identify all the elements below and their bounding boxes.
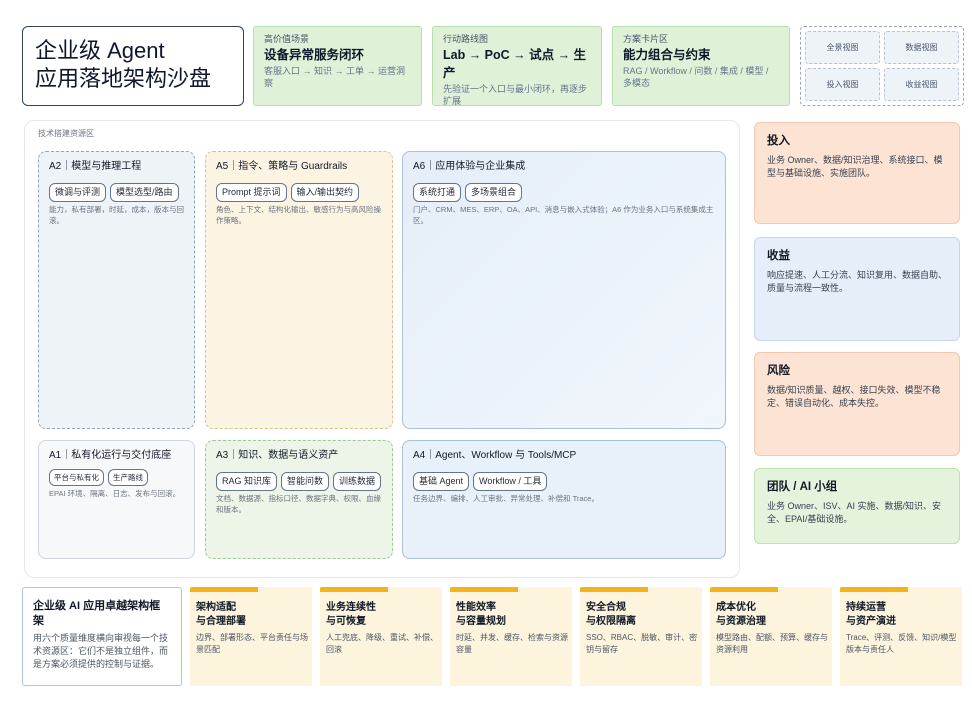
module-a4[interactable]: A4｜Agent、Workflow 与 Tools/MCP 基础 Agent W…: [402, 440, 726, 559]
header-card-sub: 客服入口 → 知识 → 工单 → 运营洞察: [264, 66, 406, 88]
framework-desc: 用六个质量维度横向审视每一个技术资源区：它们不是独立组件，而是方案必须提供的控制…: [33, 633, 169, 669]
pillar-title: 架构适配 与合理部署: [196, 602, 246, 627]
pillar-desc: 人工兜底、降级、重试、补偿、回滚: [326, 633, 438, 654]
module-tags: 平台与私有化 生产路线: [49, 469, 184, 486]
header-card-roadmap[interactable]: 行动路线图 Lab → PoC → 试点 → 生产 先验证一个入口与最小闭环，再…: [432, 26, 602, 106]
module-tags: Prompt 提示词 输入/输出契约: [216, 183, 382, 202]
pillar-security[interactable]: 安全合规 与权限隔离 SSO、RBAC、脱敏、审计、密钥与留存: [580, 587, 702, 686]
module-desc: EPAI 环境、隔离、日志、发布与回滚。: [49, 489, 181, 498]
view-button-investment[interactable]: 投入视图: [805, 68, 880, 101]
pillar-accent-bar: [320, 587, 388, 592]
header-card-sub: 先验证一个入口与最小闭环，再逐步扩展: [443, 84, 588, 106]
module-tags: RAG 知识库 智能问数 训练数据: [216, 472, 382, 491]
pillar-title: 业务连续性 与可恢复: [326, 602, 376, 627]
tag-chip[interactable]: 智能问数: [281, 472, 330, 491]
title-line-1: 企业级 Agent: [35, 38, 165, 63]
view-switcher: 全景视图 数据视图 投入视图 收益视图: [800, 26, 964, 106]
header-card-heading: 设备异常服务闭环: [264, 48, 365, 62]
side-card-investment[interactable]: 投入 业务 Owner、数据/知识治理、系统接口、模型与基础设施、实施团队。: [754, 122, 960, 224]
module-desc: 能力，私有部署，时延，成本，版本与回滚。: [49, 205, 184, 225]
side-card-desc: 响应提速、人工分流、知识复用、数据自助、质量与流程一致性。: [767, 270, 948, 293]
pillar-title: 性能效率 与容量规划: [456, 602, 506, 627]
pillar-title: 持续运营 与资产演进: [846, 602, 896, 627]
pillar-operations[interactable]: 持续运营 与资产演进 Trace、评测、反馈、知识/模型版本与责任人: [840, 587, 962, 686]
side-card-title: 团队 / AI 小组: [767, 481, 838, 493]
pillar-desc: Trace、评测、反馈、知识/模型版本与责任人: [846, 633, 957, 654]
pillar-accent-bar: [580, 587, 648, 592]
side-card-benefit[interactable]: 收益 响应提速、人工分流、知识复用、数据自助、质量与流程一致性。: [754, 237, 960, 341]
header-card-kicker: 高价值场景: [264, 34, 310, 44]
pillar-cost[interactable]: 成本优化 与资源治理 模型路由、配额、预算、缓存与资源利用: [710, 587, 832, 686]
module-desc: 文档、数据源、指标口径、数据字典、权限、血缘和版本。: [216, 494, 381, 514]
pillar-architecture[interactable]: 架构适配 与合理部署 边界、部署形态、平台责任与场景匹配: [190, 587, 312, 686]
pillar-accent-bar: [840, 587, 908, 592]
pillar-title: 成本优化 与资源治理: [716, 602, 766, 627]
header-card-heading: 能力组合与约束: [623, 48, 711, 62]
tag-chip[interactable]: Prompt 提示词: [216, 183, 287, 202]
tag-chip[interactable]: 输入/输出契约: [290, 183, 360, 202]
header-card-solution[interactable]: 方案卡片区 能力组合与约束 RAG / Workflow / 问数 / 集成 /…: [612, 26, 790, 106]
module-desc: 门户、CRM、MES、ERP、OA、API、消息与嵌入式体验；A6 作为业务入口…: [413, 205, 714, 225]
framework-title: 企业级 AI 应用卓越架构框架: [33, 600, 161, 627]
module-title: A5｜指令、策略与 Guardrails: [216, 161, 348, 172]
module-tags: 系统打通 多场景组合: [413, 183, 715, 202]
view-button-overview[interactable]: 全景视图: [805, 31, 880, 64]
pillar-desc: SSO、RBAC、脱敏、审计、密钥与留存: [586, 633, 698, 654]
module-desc: 任务边界、编排、人工审批、异常处理、补偿和 Trace。: [413, 494, 599, 503]
header-card-heading: Lab → PoC → 试点 → 生产: [443, 48, 587, 80]
side-card-risk[interactable]: 风险 数据/知识质量、越权、接口失效、模型不稳定、错误自动化、成本失控。: [754, 352, 960, 456]
module-desc: 角色、上下文、结构化输出、敏感行为与高风险操作策略。: [216, 205, 381, 225]
module-a6[interactable]: A6｜应用体验与企业集成 系统打通 多场景组合 门户、CRM、MES、ERP、O…: [402, 151, 726, 429]
pillar-desc: 时延、并发、缓存、检索与资源容量: [456, 633, 568, 654]
module-tags: 基础 Agent Workflow / 工具: [413, 472, 715, 491]
tag-chip[interactable]: 训练数据: [333, 472, 382, 491]
pillar-accent-bar: [710, 587, 778, 592]
title-line-2: 应用落地架构沙盘: [35, 66, 212, 91]
side-card-desc: 业务 Owner、ISV、AI 实施、数据/知识、安全、EPAI/基础设施。: [767, 501, 942, 524]
module-a3[interactable]: A3｜知识、数据与语义资产 RAG 知识库 智能问数 训练数据 文档、数据源、指…: [205, 440, 393, 559]
side-card-team[interactable]: 团队 / AI 小组 业务 Owner、ISV、AI 实施、数据/知识、安全、E…: [754, 468, 960, 544]
framework-card: 企业级 AI 应用卓越架构框架 用六个质量维度横向审视每一个技术资源区：它们不是…: [22, 587, 182, 686]
module-tags: 微调与评测 模型选型/路由: [49, 183, 184, 202]
tag-chip[interactable]: 模型选型/路由: [110, 183, 179, 202]
pillar-continuity[interactable]: 业务连续性 与可恢复 人工兜底、降级、重试、补偿、回滚: [320, 587, 442, 686]
tag-chip[interactable]: 多场景组合: [465, 183, 523, 202]
header-card-kicker: 行动路线图: [443, 34, 489, 44]
module-a2[interactable]: A2｜模型与推理工程 微调与评测 模型选型/路由 能力，私有部署，时延，成本，版…: [38, 151, 195, 429]
tag-chip[interactable]: RAG 知识库: [216, 472, 278, 491]
module-a1[interactable]: A1｜私有化运行与交付底座 平台与私有化 生产路线 EPAI 环境、隔离、日志、…: [38, 440, 195, 559]
header-card-kicker: 方案卡片区: [623, 34, 669, 44]
module-a5[interactable]: A5｜指令、策略与 Guardrails Prompt 提示词 输入/输出契约 …: [205, 151, 393, 429]
header-card-scenario[interactable]: 高价值场景 设备异常服务闭环 客服入口 → 知识 → 工单 → 运营洞察: [253, 26, 422, 106]
tag-chip[interactable]: 基础 Agent: [413, 472, 470, 491]
pillar-accent-bar: [450, 587, 518, 592]
side-card-title: 风险: [767, 365, 790, 377]
side-card-desc: 数据/知识质量、越权、接口失效、模型不稳定、错误自动化、成本失控。: [767, 385, 941, 408]
view-button-data[interactable]: 数据视图: [884, 31, 959, 64]
pool-label: 技术搭建资源区: [38, 129, 94, 138]
side-card-title: 投入: [767, 135, 790, 147]
module-title: A4｜Agent、Workflow 与 Tools/MCP: [413, 450, 577, 461]
pillar-accent-bar: [190, 587, 258, 592]
tag-chip[interactable]: 微调与评测: [49, 183, 107, 202]
tag-chip[interactable]: 系统打通: [413, 183, 462, 202]
module-title: A3｜知识、数据与语义资产: [216, 450, 339, 461]
side-card-title: 收益: [767, 250, 790, 262]
header-card-sub: RAG / Workflow / 问数 / 集成 / 模型 / 多模态: [623, 66, 769, 88]
module-title: A6｜应用体验与企业集成: [413, 161, 526, 172]
tag-chip[interactable]: Workflow / 工具: [473, 472, 548, 491]
pillar-title: 安全合规 与权限隔离: [586, 602, 636, 627]
sandbox-title-box: 企业级 Agent 应用落地架构沙盘: [22, 26, 244, 106]
view-button-benefit[interactable]: 收益视图: [884, 68, 959, 101]
pillar-desc: 边界、部署形态、平台责任与场景匹配: [196, 633, 308, 654]
tag-chip[interactable]: 生产路线: [108, 469, 148, 486]
pillar-performance[interactable]: 性能效率 与容量规划 时延、并发、缓存、检索与资源容量: [450, 587, 572, 686]
pillar-desc: 模型路由、配额、预算、缓存与资源利用: [716, 633, 828, 654]
tag-chip[interactable]: 平台与私有化: [49, 469, 104, 486]
module-title: A2｜模型与推理工程: [49, 161, 142, 172]
side-card-desc: 业务 Owner、数据/知识治理、系统接口、模型与基础设施、实施团队。: [767, 155, 943, 178]
module-title: A1｜私有化运行与交付底座: [49, 450, 172, 461]
